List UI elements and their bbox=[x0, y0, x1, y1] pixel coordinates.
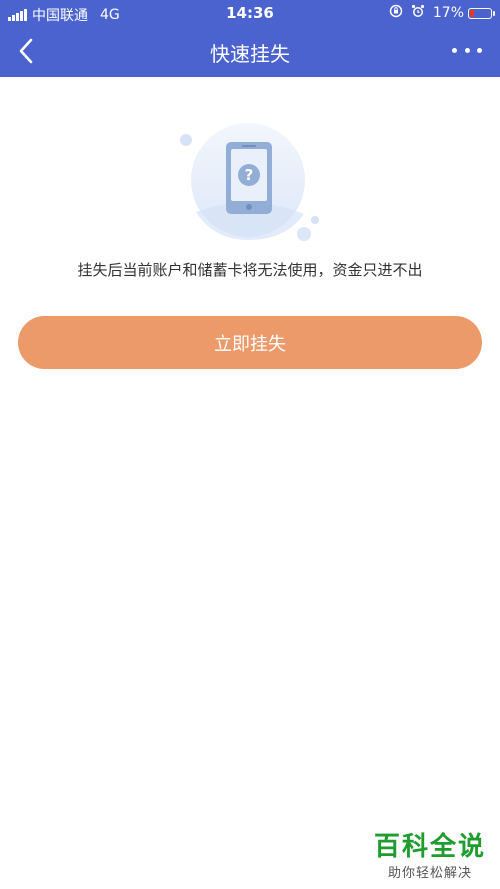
phone-question-icon: ? bbox=[176, 122, 326, 247]
app-header: 中国联通 4G 14:36 17% 快速挂失 bbox=[0, 0, 500, 77]
battery-percent: 17% bbox=[432, 5, 464, 21]
watermark-sub: 助你轻松解决 bbox=[387, 866, 472, 881]
watermark-main: 百科全说 bbox=[373, 832, 486, 862]
status-right: 17% bbox=[389, 4, 495, 22]
page-title: 快速挂失 bbox=[210, 42, 290, 66]
more-button[interactable] bbox=[452, 42, 482, 58]
svg-text:?: ? bbox=[245, 166, 254, 184]
more-dot bbox=[477, 47, 482, 53]
alarm-icon bbox=[411, 4, 425, 22]
navbar: 快速挂失 bbox=[0, 26, 500, 77]
status-bar: 中国联通 4G 14:36 17% bbox=[0, 0, 500, 26]
rotation-lock-icon bbox=[389, 4, 403, 22]
more-dot bbox=[452, 47, 457, 53]
report-loss-button[interactable]: 立即挂失 bbox=[18, 316, 482, 369]
more-dot bbox=[464, 47, 470, 53]
info-message: 挂失后当前账户和储蓄卡将无法使用，资金只进不出 bbox=[77, 261, 423, 279]
watermark-logo: 百科全说 助你轻松解决 bbox=[374, 832, 486, 881]
battery-icon bbox=[468, 7, 495, 19]
